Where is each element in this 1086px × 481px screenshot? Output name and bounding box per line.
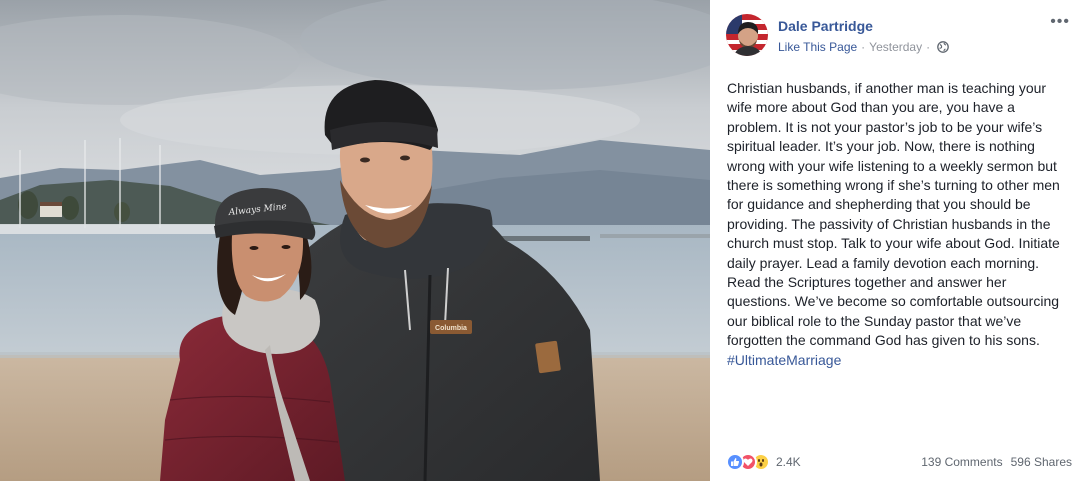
post-body: Christian husbands, if another man is te… <box>727 80 1060 349</box>
meta-separator: · <box>861 40 866 54</box>
meta-separator-2: · <box>926 40 931 54</box>
post-header: Dale Partridge Like This Page · Yesterda… <box>726 14 949 56</box>
photo-image: Columbia Always Mine <box>0 0 710 481</box>
reaction-count[interactable]: 2.4K <box>776 455 801 469</box>
jacket-logo: Columbia <box>435 325 467 332</box>
post-photo[interactable]: Columbia Always Mine <box>0 0 710 481</box>
author-avatar[interactable] <box>726 14 768 56</box>
author-name[interactable]: Dale Partridge <box>778 17 949 35</box>
post-details-panel: Dale Partridge Like This Page · Yesterda… <box>710 0 1086 481</box>
post-meta: Like This Page · Yesterday · <box>778 39 949 55</box>
reactions-summary[interactable]: 2.4K <box>726 453 801 471</box>
avatar-image <box>726 14 768 56</box>
post-stats: 139 Comments 596 Shares <box>921 455 1072 469</box>
comments-count[interactable]: 139 Comments <box>921 455 1002 469</box>
like-icon <box>726 453 744 471</box>
like-page-link[interactable]: Like This Page <box>778 39 857 55</box>
more-options-icon[interactable]: ••• <box>1050 14 1070 30</box>
post-text: Christian husbands, if another man is te… <box>727 79 1072 370</box>
facebook-post: Columbia Always Mine Dale Partridge Like… <box>0 0 1086 481</box>
globe-icon <box>937 41 949 53</box>
post-timestamp[interactable]: Yesterday <box>869 39 922 55</box>
post-footer: 2.4K 139 Comments 596 Shares <box>726 452 1072 472</box>
hashtag-link[interactable]: #UltimateMarriage <box>727 352 841 368</box>
shares-count[interactable]: 596 Shares <box>1011 455 1072 469</box>
